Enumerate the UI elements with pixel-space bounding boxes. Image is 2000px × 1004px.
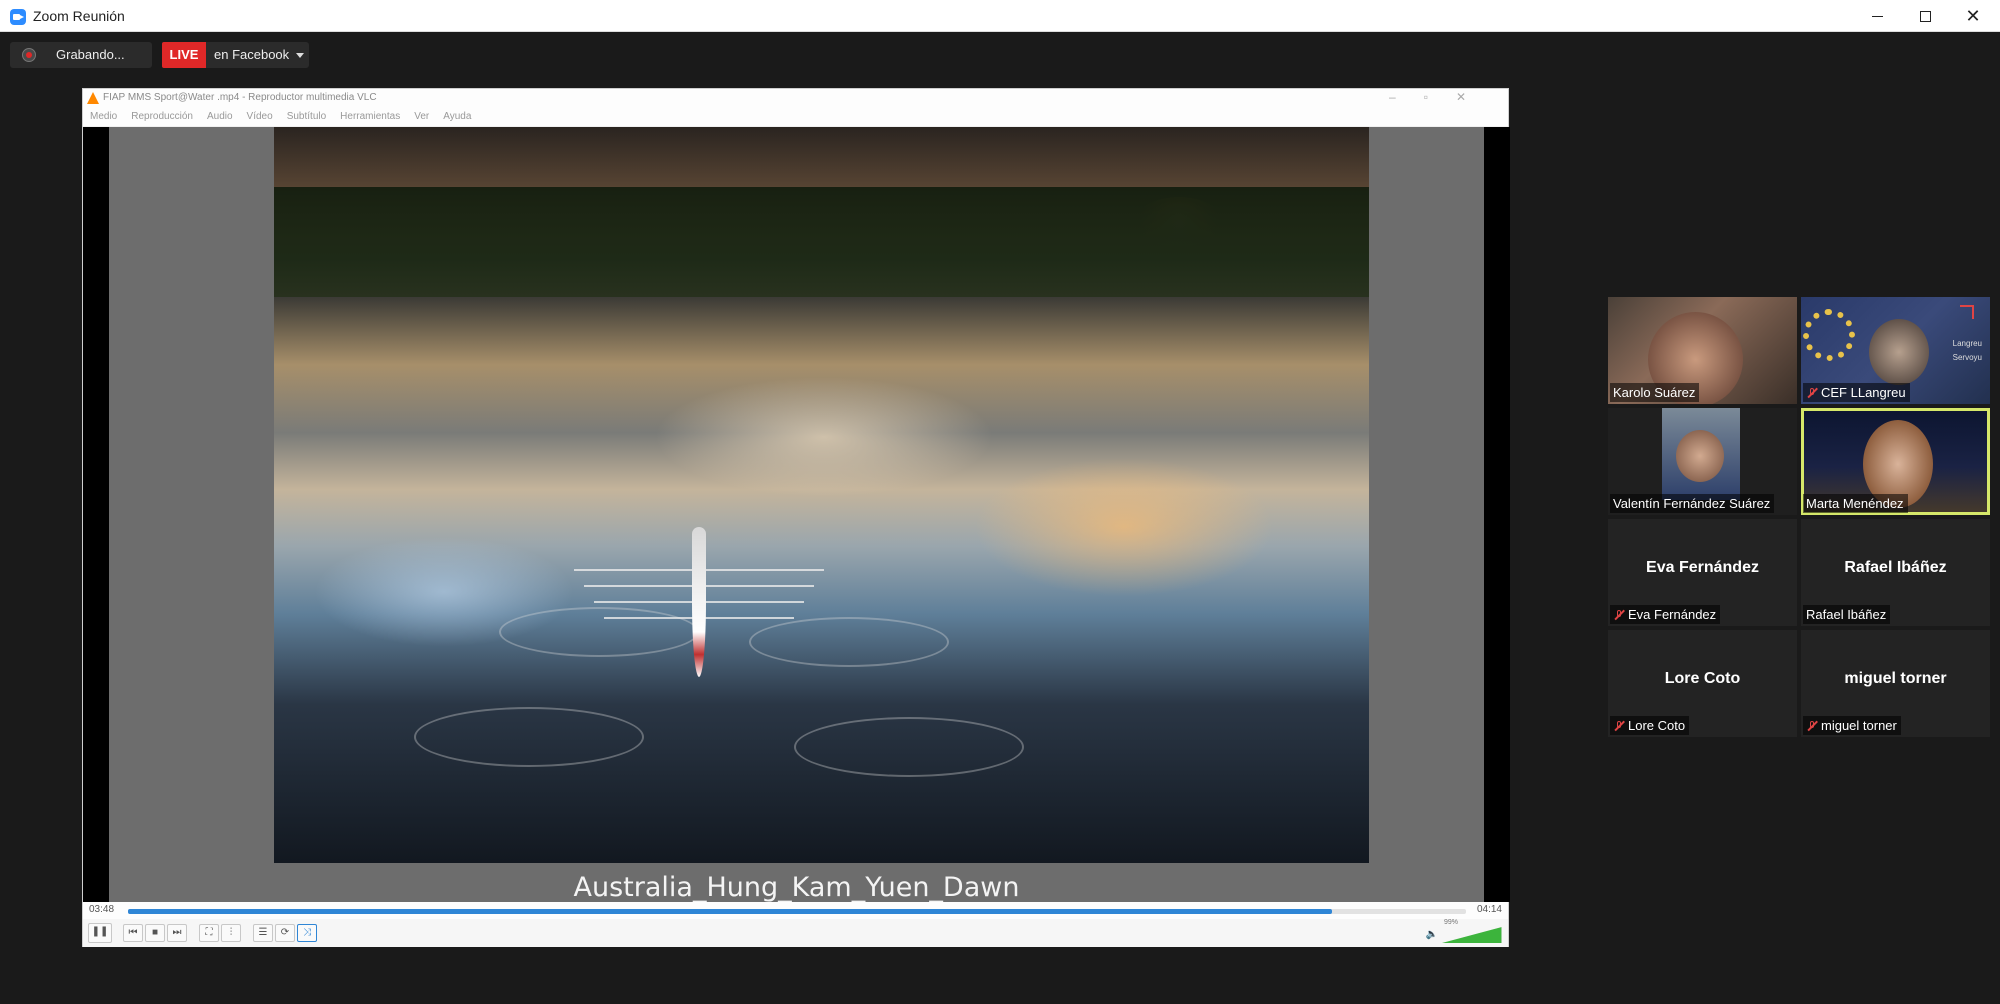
participant-tile[interactable]: Eva Fernández Eva Fernández bbox=[1608, 519, 1797, 626]
mic-muted-icon bbox=[1806, 720, 1818, 732]
time-current: 03:48 bbox=[89, 904, 115, 915]
close-icon: ✕ bbox=[1965, 6, 1981, 26]
extended-settings-button[interactable]: ⫶ bbox=[221, 924, 241, 942]
participant-display-name: miguel torner bbox=[1844, 670, 1947, 687]
participant-label: Marta Menéndez bbox=[1803, 494, 1908, 513]
record-icon bbox=[22, 48, 36, 62]
seek-row: 03:48 04:14 bbox=[83, 902, 1508, 919]
next-button[interactable]: ⏭ bbox=[167, 924, 187, 942]
menu-video[interactable]: Vídeo bbox=[240, 107, 280, 126]
participant-label: miguel torner bbox=[1803, 716, 1901, 735]
menu-subtitulo[interactable]: Subtítulo bbox=[280, 107, 333, 126]
participant-name: Lore Coto bbox=[1628, 718, 1686, 733]
mic-muted-icon bbox=[1613, 720, 1625, 732]
shuffle-button[interactable]: ⤨ bbox=[297, 924, 317, 942]
cloud-reflection bbox=[654, 377, 994, 497]
stop-button[interactable]: ■ bbox=[145, 924, 165, 942]
zoom-titlebar: Zoom Reunión ✕ bbox=[0, 0, 2000, 32]
recording-label: Grabando... bbox=[56, 47, 125, 62]
minimize-button[interactable] bbox=[1854, 0, 1900, 32]
participant-name: Rafael Ibáñez bbox=[1806, 607, 1887, 622]
corner-mark-icon bbox=[1960, 305, 1974, 319]
menu-medio[interactable]: Medio bbox=[83, 107, 124, 126]
vlc-title: FIAP MMS Sport@Water .mp4 - Reproductor … bbox=[103, 92, 377, 103]
participant-label: Lore Coto bbox=[1610, 716, 1690, 735]
participant-tile[interactable]: Langreu Servoyu CEF LLangreu bbox=[1801, 297, 1990, 404]
mic-muted-icon bbox=[1806, 387, 1818, 399]
participant-tile[interactable]: Karolo Suárez bbox=[1608, 297, 1797, 404]
live-badge: LIVE bbox=[162, 42, 206, 68]
recording-indicator[interactable]: Grabando... bbox=[10, 42, 152, 68]
participant-label: CEF LLangreu bbox=[1803, 383, 1910, 402]
fullscreen-button[interactable]: ⛶ bbox=[199, 924, 219, 942]
volume-fill bbox=[1442, 927, 1502, 943]
video-area[interactable]: Australia_Hung_Kam_Yuen_Dawn bbox=[83, 127, 1510, 903]
rowing-sunset-photo bbox=[274, 127, 1369, 863]
menu-ayuda[interactable]: Ayuda bbox=[436, 107, 478, 126]
participant-display-name: Rafael Ibáñez bbox=[1844, 559, 1947, 576]
participant-face bbox=[1676, 430, 1724, 482]
menu-reproduccion[interactable]: Reproducción bbox=[124, 107, 200, 126]
participant-name: Valentín Fernández Suárez bbox=[1613, 496, 1771, 511]
vlc-window-controls[interactable]: –▫✕ bbox=[1389, 90, 1494, 104]
window-title: Zoom Reunión bbox=[33, 8, 125, 24]
participant-display-name: Lore Coto bbox=[1664, 670, 1741, 687]
vlc-menubar: Medio Reproducción Audio Vídeo Subtítulo… bbox=[83, 107, 1508, 126]
seek-progress bbox=[128, 909, 1333, 914]
previous-button[interactable]: ⏮ bbox=[123, 924, 143, 942]
background-text-line: Servoyu bbox=[1952, 353, 1982, 362]
close-button[interactable]: ✕ bbox=[1950, 0, 1996, 32]
participant-face bbox=[1869, 319, 1929, 385]
loop-button[interactable]: ⟳ bbox=[275, 924, 295, 942]
participant-label: Valentín Fernández Suárez bbox=[1610, 494, 1775, 513]
participant-label: Eva Fernández bbox=[1610, 605, 1721, 624]
vlc-cone-icon bbox=[87, 92, 99, 104]
background-text-line: Langreu bbox=[1952, 339, 1982, 348]
cloud-reflection bbox=[974, 457, 1274, 597]
participant-tile-active[interactable]: Marta Menéndez bbox=[1801, 408, 1990, 515]
participant-name: Marta Menéndez bbox=[1806, 496, 1904, 511]
video-subtitle: Australia_Hung_Kam_Yuen_Dawn bbox=[573, 872, 1020, 903]
participant-tile[interactable]: Rafael Ibáñez Rafael Ibáñez bbox=[1801, 519, 1990, 626]
pause-button[interactable]: ❚❚ bbox=[88, 923, 112, 943]
background-text: Langreu Servoyu bbox=[1953, 337, 1982, 365]
volume-percent: 99% bbox=[1443, 919, 1458, 926]
participant-name: Eva Fernández bbox=[1628, 607, 1717, 622]
speaker-icon[interactable]: 🔈 bbox=[1426, 929, 1438, 940]
participant-label: Rafael Ibáñez bbox=[1803, 605, 1891, 624]
participant-tile[interactable]: miguel torner miguel torner bbox=[1801, 630, 1990, 737]
video-frame: Australia_Hung_Kam_Yuen_Dawn bbox=[109, 127, 1484, 903]
sunburst-logo bbox=[1803, 309, 1855, 361]
vlc-window: FIAP MMS Sport@Water .mp4 - Reproductor … bbox=[82, 88, 1510, 947]
vlc-controls: ❚❚ ⏮ ■ ⏭ ⛶ ⫶ ☰ ⟳ ⤨ 🔈 99% bbox=[83, 919, 1508, 947]
participant-display-name: Eva Fernández bbox=[1646, 559, 1759, 576]
mic-muted-icon bbox=[1613, 609, 1625, 621]
playlist-button[interactable]: ☰ bbox=[253, 924, 273, 942]
volume-slider[interactable] bbox=[1442, 927, 1502, 943]
participant-name: Karolo Suárez bbox=[1613, 385, 1696, 400]
maximize-icon bbox=[1919, 10, 1931, 22]
participant-video bbox=[1662, 408, 1740, 500]
live-stream-dropdown[interactable]: en Facebook bbox=[206, 42, 309, 68]
rowing-boat bbox=[692, 527, 706, 677]
menu-ver[interactable]: Ver bbox=[407, 107, 436, 126]
time-total: 04:14 bbox=[1476, 904, 1502, 915]
ripple bbox=[794, 717, 1024, 777]
seek-bar[interactable] bbox=[128, 909, 1466, 914]
ripple bbox=[414, 707, 644, 767]
participant-tile[interactable]: Lore Coto Lore Coto bbox=[1608, 630, 1797, 737]
menu-audio[interactable]: Audio bbox=[200, 107, 240, 126]
chevron-down-icon[interactable] bbox=[296, 53, 304, 58]
menu-herramientas[interactable]: Herramientas bbox=[333, 107, 407, 126]
zoom-app-icon bbox=[10, 9, 26, 25]
maximize-button[interactable] bbox=[1902, 0, 1948, 32]
volume-triangle bbox=[1442, 927, 1502, 943]
vlc-titlebar: FIAP MMS Sport@Water .mp4 - Reproductor … bbox=[83, 89, 1508, 107]
treeline bbox=[274, 187, 1369, 307]
participant-name: CEF LLangreu bbox=[1821, 385, 1906, 400]
participant-label: Karolo Suárez bbox=[1610, 383, 1700, 402]
participant-name: miguel torner bbox=[1821, 718, 1897, 733]
minimize-icon bbox=[1871, 15, 1883, 17]
participant-tile[interactable]: Valentín Fernández Suárez bbox=[1608, 408, 1797, 515]
